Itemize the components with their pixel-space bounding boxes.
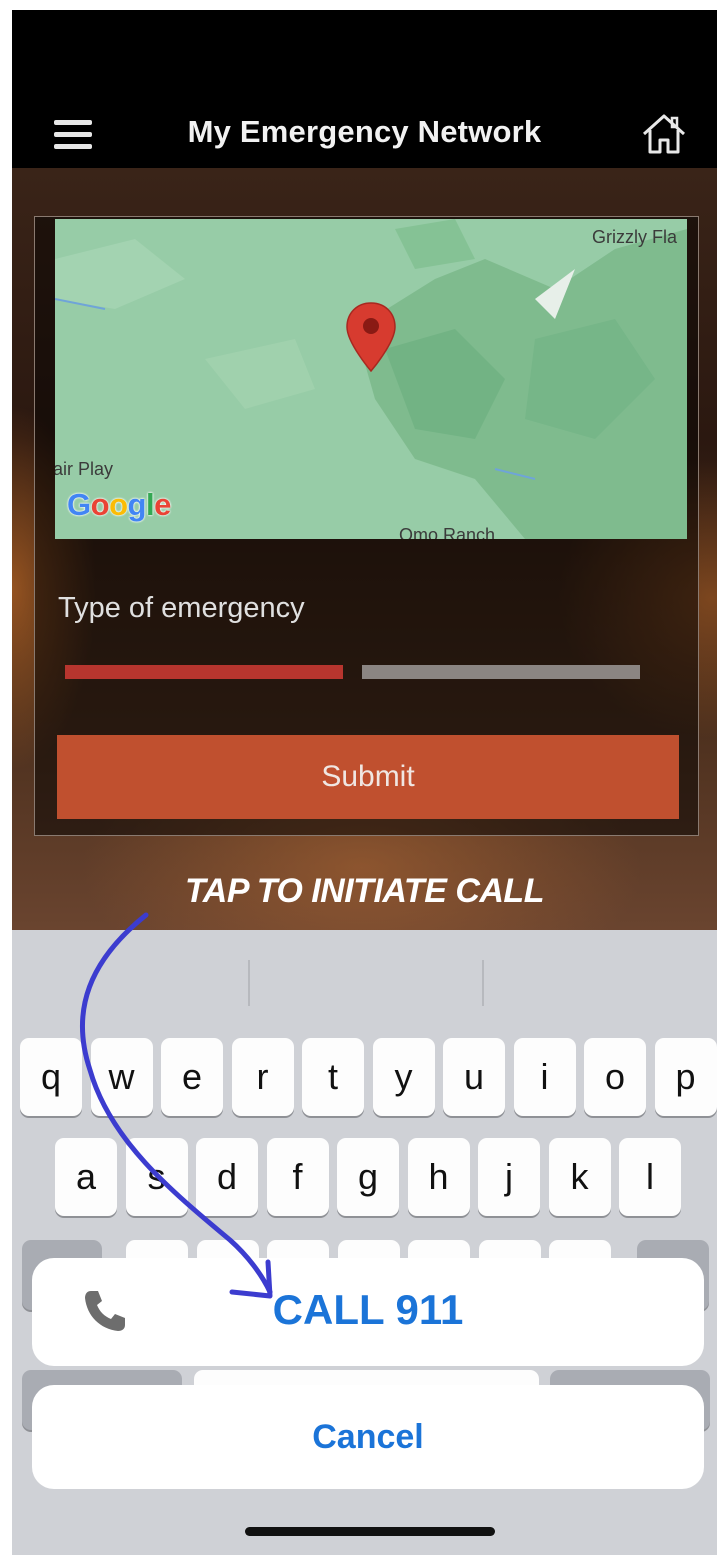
key-i[interactable]: i [513, 1038, 576, 1116]
key-e[interactable]: e [161, 1038, 223, 1116]
emergency-type-option-1[interactable] [65, 665, 343, 679]
map-pin-icon[interactable] [345, 301, 397, 373]
map-label-fair-play: air Play [55, 459, 114, 479]
key-u[interactable]: u [443, 1038, 505, 1116]
key-f[interactable]: f [266, 1138, 329, 1216]
key-y[interactable]: y [372, 1038, 435, 1116]
emergency-form-card: Grizzly Fla air Play Omo Ranch Google Ty… [34, 216, 699, 836]
emergency-type-label: Type of emergency [58, 592, 305, 624]
home-icon[interactable] [640, 110, 688, 158]
call-911-label: CALL 911 [272, 1286, 464, 1333]
submit-button[interactable]: Submit [57, 735, 679, 819]
key-j[interactable]: j [478, 1138, 540, 1216]
key-r[interactable]: r [231, 1038, 294, 1116]
location-map[interactable]: Grizzly Fla air Play Omo Ranch Google [55, 219, 687, 539]
suggestion-divider [248, 960, 250, 1006]
key-p[interactable]: p [654, 1038, 717, 1116]
status-bar [12, 10, 717, 102]
tap-to-call-caption: TAP TO INITIATE CALL [185, 872, 544, 910]
key-o[interactable]: o [584, 1038, 646, 1116]
suggestion-divider [482, 960, 484, 1006]
key-h[interactable]: h [407, 1138, 470, 1216]
app-title: My Emergency Network [187, 114, 542, 149]
map-label-omo-ranch: Omo Ranch [399, 525, 496, 539]
key-t[interactable]: t [302, 1038, 364, 1116]
key-d[interactable]: d [196, 1138, 258, 1216]
emergency-type-option-2[interactable] [362, 665, 640, 679]
phone-screen: My Emergency Network Grizzly Fla a i r Pla… [12, 10, 717, 1555]
key-l[interactable]: l [619, 1138, 681, 1216]
google-logo: Google [67, 487, 171, 522]
key-k[interactable]: k [548, 1138, 611, 1216]
home-indicator [245, 1527, 495, 1536]
cancel-button[interactable]: Cancel [32, 1385, 704, 1489]
key-a[interactable]: a [55, 1138, 117, 1216]
call-911-button[interactable]: CALL 911 [32, 1258, 704, 1366]
app-header: My Emergency Network [12, 102, 717, 168]
key-q[interactable]: q [20, 1038, 82, 1116]
key-g[interactable]: g [337, 1138, 399, 1216]
key-s[interactable]: s [125, 1138, 188, 1216]
key-w[interactable]: w [90, 1038, 153, 1116]
map-label-grizzly: Grizzly Fla [592, 227, 677, 247]
